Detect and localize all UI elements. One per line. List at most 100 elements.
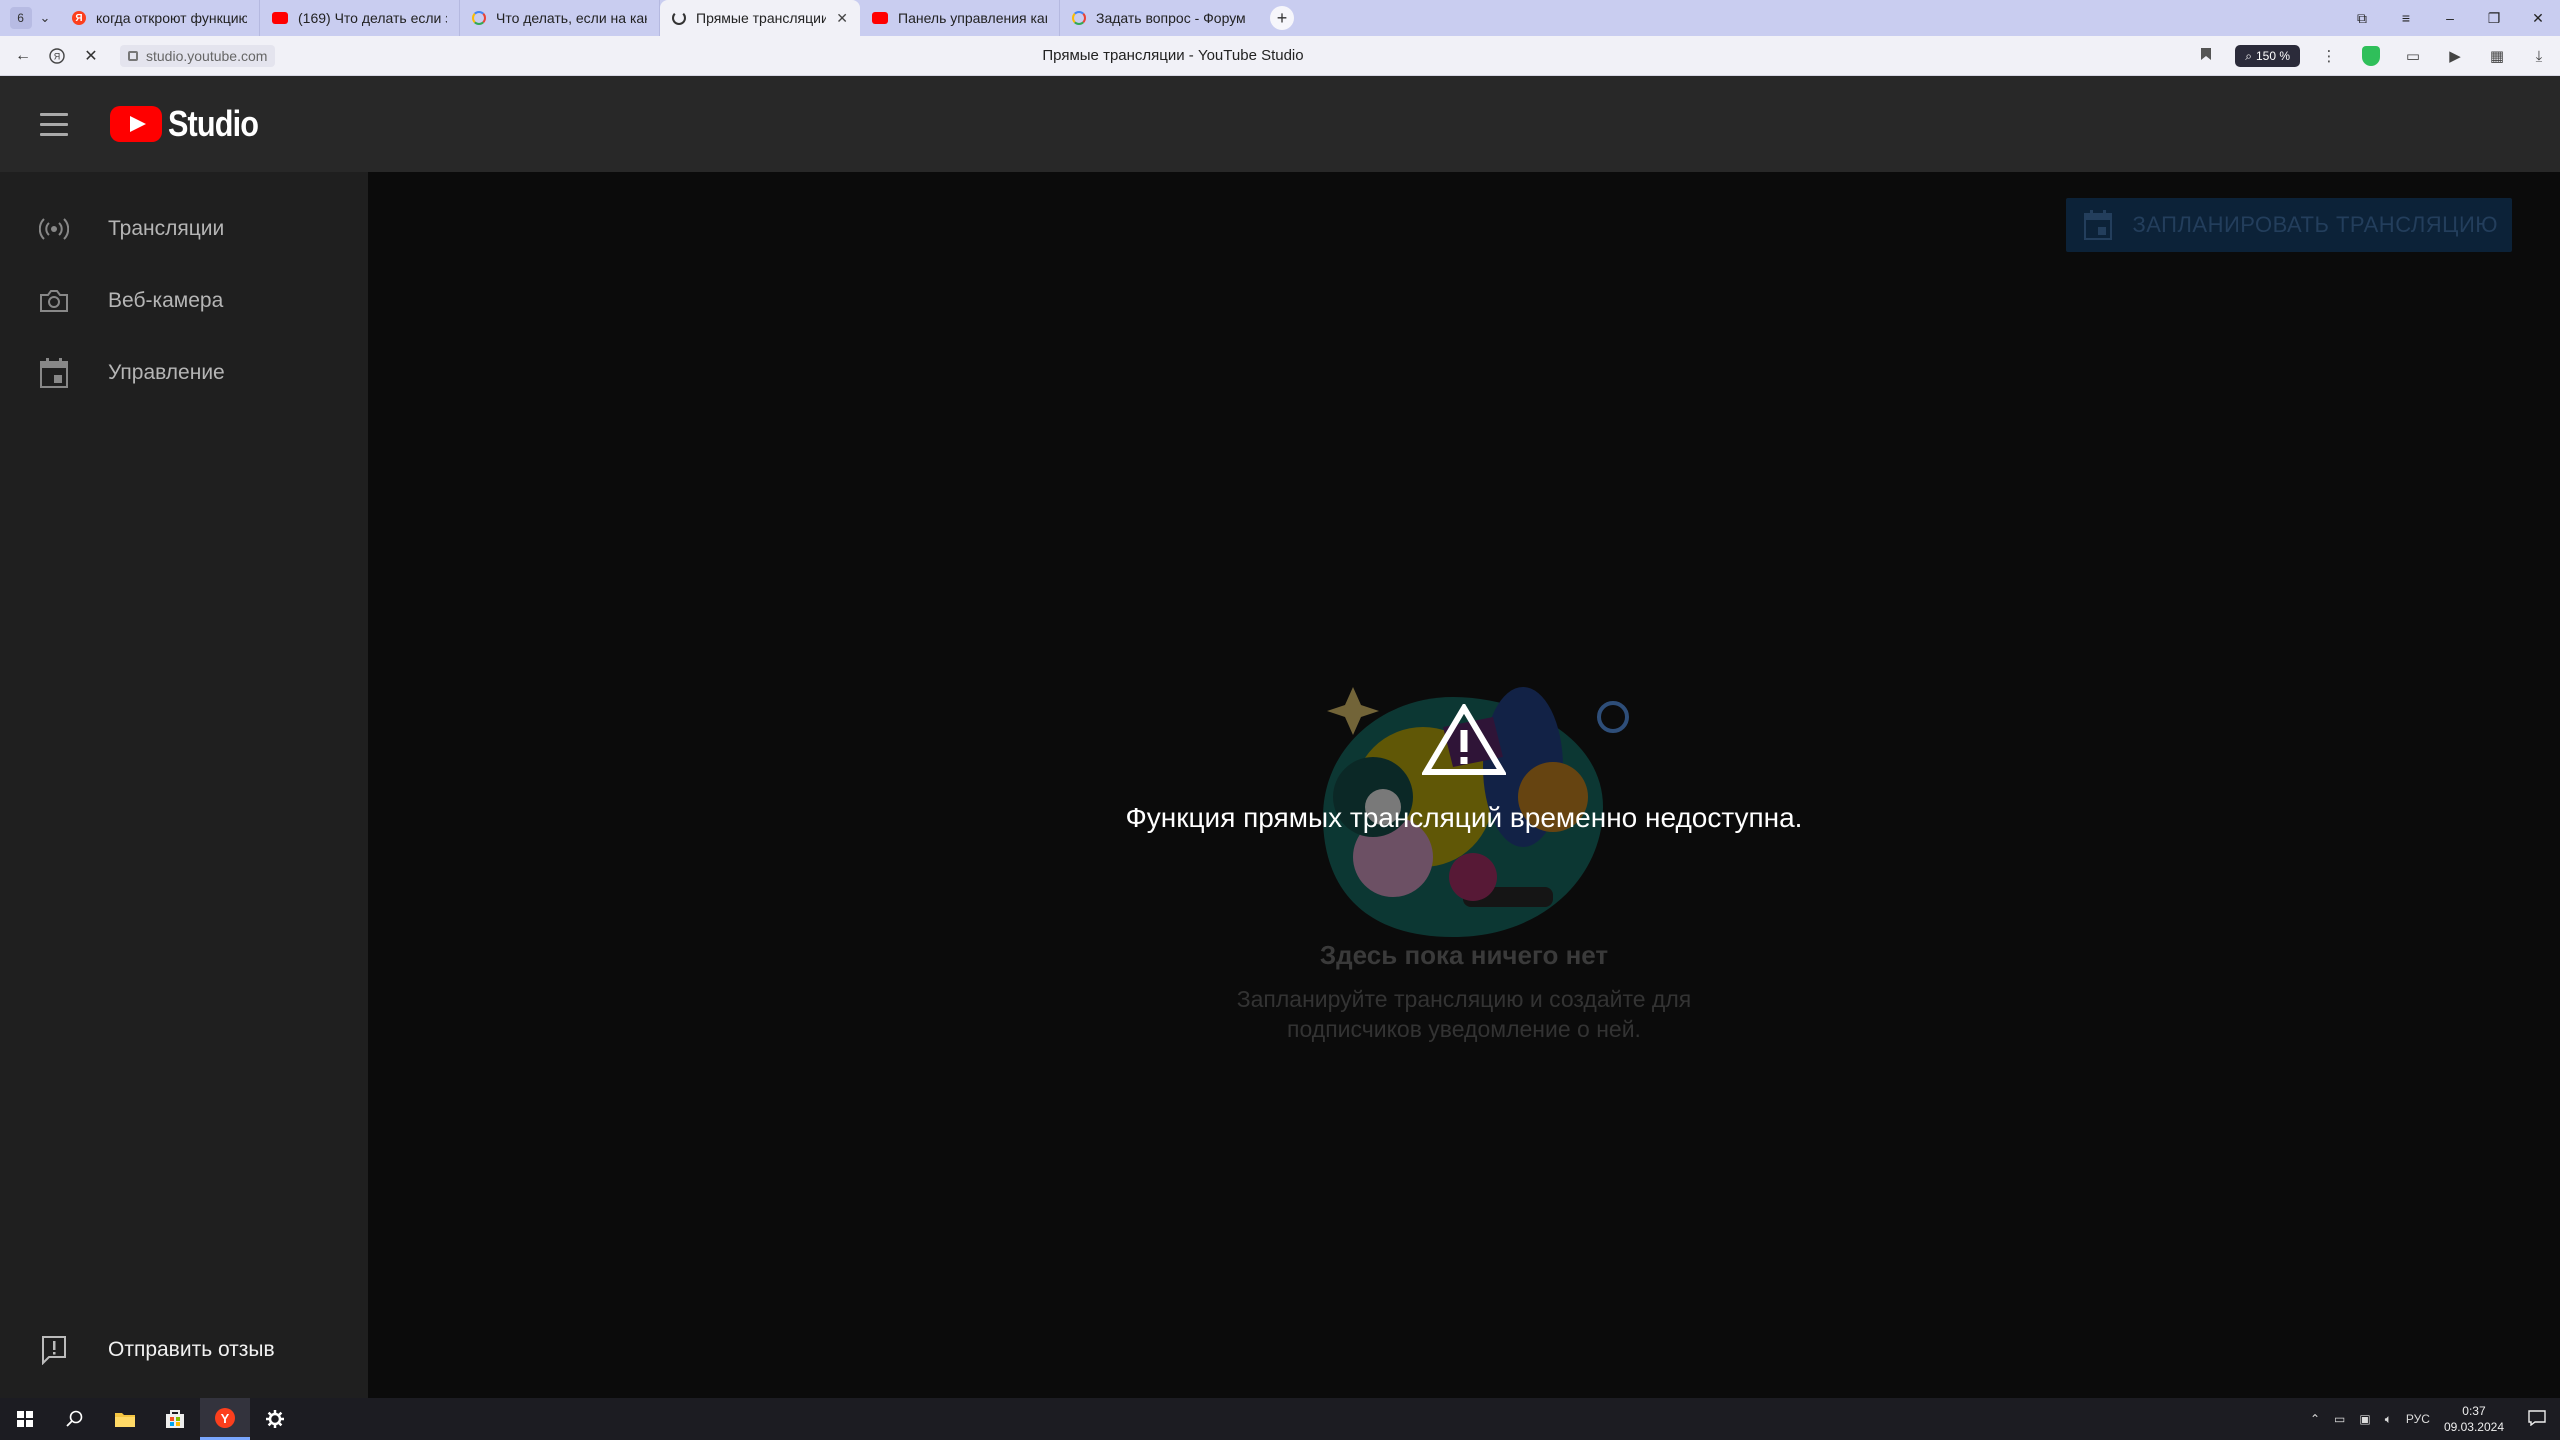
- volume-icon[interactable]: 🔈︎: [2385, 1412, 2392, 1427]
- sidebar-item-label: Управление: [108, 361, 225, 384]
- tab-count: 6: [9, 7, 32, 29]
- url-text: studio.youtube.com: [146, 47, 268, 64]
- window-controls: ⧉ ≡ – ❐ ✕: [2340, 0, 2560, 36]
- youtube-icon: [272, 12, 288, 24]
- battery-icon[interactable]: ▭: [2334, 1412, 2345, 1426]
- studio-logo[interactable]: Studio: [110, 103, 274, 145]
- tab-label: Панель управления канал: [898, 10, 1047, 26]
- tab-label: Прямые трансляции - Y: [696, 10, 827, 26]
- empty-state-illustration: [1323, 687, 1629, 937]
- collections-icon[interactable]: ⧉: [2340, 10, 2384, 27]
- more-icon[interactable]: ⋮: [2308, 47, 2350, 65]
- sidebar-item-webcam[interactable]: Веб-камера: [0, 269, 368, 333]
- sidebar-item-label: Трансляции: [108, 217, 225, 240]
- notifications-icon[interactable]: [2528, 1409, 2546, 1429]
- close-window-button[interactable]: ✕: [2516, 10, 2560, 27]
- windows-logo-icon: [17, 1411, 33, 1427]
- store-icon: [166, 1410, 184, 1428]
- search-icon: [66, 1410, 83, 1427]
- gear-icon: [266, 1410, 284, 1428]
- close-icon[interactable]: ✕: [836, 10, 848, 27]
- restore-button[interactable]: ❐: [2472, 10, 2516, 27]
- tab-label: Что делать, если на канал: [496, 10, 647, 26]
- schedule-button-label: ЗАПЛАНИРОВАТЬ ТРАНСЛЯЦИЮ: [2132, 212, 2498, 237]
- windows-start-button[interactable]: [0, 1398, 50, 1440]
- main-content: ЗАПЛАНИРОВАТЬ ТРАНСЛЯЦИЮ Функция прямых …: [368, 172, 2560, 1398]
- feedback-icon: [38, 1334, 70, 1366]
- network-icon[interactable]: ▣: [2359, 1412, 2370, 1426]
- chevron-up-icon[interactable]: ⌃: [2310, 1412, 2320, 1426]
- zoom-icon: ⌕: [2245, 48, 2252, 63]
- tab-counter[interactable]: 6 ⌄: [0, 0, 60, 36]
- tab-label: (169) Что делать если заб: [298, 10, 447, 26]
- menu-icon[interactable]: ≡: [2384, 10, 2428, 26]
- logo-text: Studio: [168, 103, 259, 144]
- sidebar-item-broadcasts[interactable]: Трансляции: [0, 197, 368, 261]
- extensions-icon[interactable]: ▦: [2476, 47, 2518, 65]
- empty-state-subtitle: Запланируйте трансляцию и создайте для п…: [368, 984, 2560, 1044]
- camera-icon: [38, 285, 70, 317]
- browser-tab-5[interactable]: Панель управления канал: [860, 0, 1060, 36]
- download-icon[interactable]: ⤓: [2518, 48, 2560, 65]
- back-button[interactable]: ←: [6, 36, 40, 76]
- tab-label: когда откроют функцию п: [96, 10, 247, 26]
- svg-text:Y: Y: [221, 1411, 230, 1426]
- folder-icon: [115, 1413, 135, 1427]
- language-indicator[interactable]: РУС: [2406, 1412, 2430, 1426]
- taskbar-search-button[interactable]: [50, 1398, 100, 1440]
- yandex-icon: Я: [72, 11, 86, 25]
- url-field[interactable]: studio.youtube.com: [120, 44, 276, 67]
- stop-loading-button[interactable]: ✕: [74, 36, 108, 76]
- clock-date: 09.03.2024: [2443, 1420, 2504, 1434]
- lock-icon: [128, 50, 138, 61]
- svg-text:Я: Я: [54, 51, 61, 61]
- browser-tab-2[interactable]: (169) Что делать если заб: [260, 0, 460, 36]
- taskbar-yandex-browser[interactable]: Y: [200, 1398, 250, 1440]
- clock[interactable]: 0:37 09.03.2024: [2444, 1403, 2504, 1435]
- taskbar-file-explorer[interactable]: [100, 1398, 150, 1440]
- browser-tab-3[interactable]: Что делать, если на канал: [460, 0, 660, 36]
- schedule-stream-button[interactable]: ЗАПЛАНИРОВАТЬ ТРАНСЛЯЦИЮ: [2066, 198, 2512, 252]
- new-tab-button[interactable]: +: [1270, 6, 1294, 30]
- calendar-icon: [38, 357, 70, 389]
- empty-subtitle-line-2: подписчиков уведомление о ней.: [1287, 1016, 1641, 1042]
- sidebar: Трансляции Веб-камера Управление Отправи…: [0, 172, 368, 1398]
- tab-label: Задать вопрос - Форум –: [1096, 10, 1248, 26]
- menu-hamburger-icon[interactable]: [40, 112, 68, 136]
- browser-tab-1[interactable]: Я когда откроют функцию п: [60, 0, 260, 36]
- address-bar: ← Я ✕ studio.youtube.com Прямые трансляц…: [0, 36, 2560, 76]
- yandex-circle-icon: Я: [49, 47, 65, 64]
- taskbar: Y ⌃ ▭ ▣ 🔈︎ РУС 0:37 09.03.2024: [0, 1398, 2560, 1440]
- sidebar-item-manage[interactable]: Управление: [0, 341, 368, 405]
- sidebar-item-label: Веб-камера: [108, 289, 224, 312]
- protect-shield-icon[interactable]: [2362, 46, 2380, 66]
- minimize-button[interactable]: –: [2428, 10, 2472, 26]
- studio-header: Studio: [0, 76, 2560, 172]
- feedback-label: Отправить отзыв: [108, 1338, 275, 1361]
- google-icon: [1072, 11, 1086, 25]
- empty-state-title: Здесь пока ничего нет: [1319, 940, 1609, 970]
- taskbar-settings[interactable]: [250, 1398, 300, 1440]
- cast-icon[interactable]: ▭: [2392, 47, 2434, 65]
- zoom-badge[interactable]: ⌕ 150 %: [2235, 45, 2300, 67]
- youtube-logo-icon: [110, 106, 162, 142]
- loading-icon: [672, 11, 686, 25]
- chevron-down-icon: ⌄: [39, 10, 51, 25]
- zoom-level: 150 %: [2255, 49, 2290, 63]
- yandex-browser-icon: Y: [215, 1407, 235, 1428]
- google-icon: [472, 11, 486, 25]
- broadcast-icon: [38, 213, 70, 245]
- taskbar-store[interactable]: [150, 1398, 200, 1440]
- calendar-icon: [2084, 210, 2113, 240]
- media-icon[interactable]: ▶: [2434, 47, 2476, 65]
- send-feedback-button[interactable]: Отправить отзыв: [0, 1318, 368, 1382]
- empty-subtitle-line-1: Запланируйте трансляцию и создайте для: [1236, 986, 1692, 1012]
- yandex-button[interactable]: Я: [40, 36, 74, 76]
- browser-tab-strip: 6 ⌄ Я когда откроют функцию п (169) Что …: [0, 0, 2560, 36]
- unavailable-message: Функция прямых трансляций временно недос…: [1125, 802, 1803, 833]
- bookmark-icon[interactable]: [2185, 47, 2227, 65]
- browser-tab-6[interactable]: Задать вопрос - Форум –: [1060, 0, 1260, 36]
- browser-tab-4-active[interactable]: Прямые трансляции - Y ✕: [660, 0, 860, 36]
- warning-icon: [1422, 704, 1506, 775]
- page-title: Прямые трансляции - YouTube Studio: [1042, 47, 1304, 64]
